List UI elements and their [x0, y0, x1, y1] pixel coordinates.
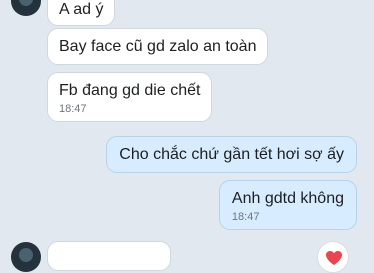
message-text: Bay face cũ gd zalo an toàn	[59, 38, 257, 55]
message-bubble-incoming[interactable]: Fb đang gd die chết 18:47	[47, 72, 213, 122]
message-time: 18:47	[59, 103, 87, 115]
chat-message-list[interactable]: A ad ý Bay face cũ gd zalo an toàn Fb đa…	[0, 0, 374, 273]
message-bubble-outgoing[interactable]: Cho chắc chứ gần tết hơi sợ ấy	[106, 136, 357, 173]
reaction-button[interactable]	[317, 241, 349, 273]
contact-avatar[interactable]	[11, 0, 41, 16]
message-text: A ad ý	[59, 1, 104, 18]
message-text: Cho chắc chứ gần tết hơi sợ ấy	[119, 146, 344, 163]
message-bubble-incoming[interactable]: Bay face cũ gd zalo an toàn	[47, 28, 269, 65]
message-bubble-outgoing[interactable]: Anh gdtd không 18:47	[218, 180, 357, 230]
message-text: Anh gdtd không	[231, 190, 344, 207]
message-bubble-incoming-partial[interactable]	[47, 241, 171, 271]
contact-avatar[interactable]	[11, 242, 41, 272]
message-time: 18:47	[231, 211, 260, 223]
message-bubble-incoming[interactable]: A ad ý	[47, 0, 116, 26]
message-text: Fb đang gd die chết	[59, 82, 201, 99]
heart-icon	[326, 251, 342, 265]
